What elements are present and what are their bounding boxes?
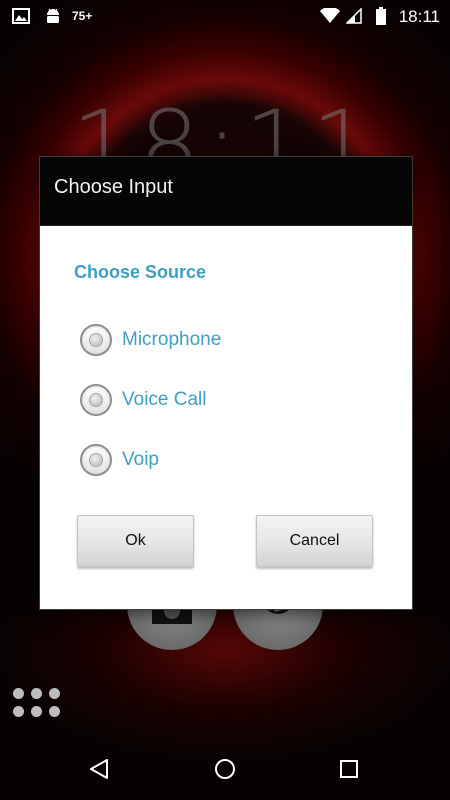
option-label: Voice Call xyxy=(122,389,207,410)
dialog-header: Choose Input xyxy=(40,157,412,226)
android-icon xyxy=(44,0,62,32)
back-button[interactable] xyxy=(82,752,116,786)
image-icon xyxy=(12,0,30,32)
recents-icon xyxy=(340,760,358,778)
option-label: Voip xyxy=(122,449,159,470)
radio-button[interactable] xyxy=(80,384,112,416)
radio-dot-icon xyxy=(89,333,103,347)
wifi-icon xyxy=(320,0,340,32)
option-voip[interactable]: Voip xyxy=(80,440,159,480)
navigation-bar xyxy=(0,738,450,800)
section-title: Choose Source xyxy=(74,262,207,282)
back-icon xyxy=(90,759,108,779)
signal-icon xyxy=(346,0,362,32)
radio-dot-icon xyxy=(89,453,103,467)
battery-icon xyxy=(376,0,386,32)
choose-input-dialog: Choose Input Choose Source Microphone Vo… xyxy=(39,156,413,610)
status-bar: 75+ 18:11 xyxy=(0,0,450,32)
cancel-button[interactable]: Cancel xyxy=(256,515,373,567)
notification-count: 75+ xyxy=(72,9,93,23)
radio-dot-icon xyxy=(89,393,103,407)
status-time: 18:11 xyxy=(398,7,440,26)
dialog-title: Choose Input xyxy=(54,176,173,198)
option-microphone[interactable]: Microphone xyxy=(80,320,221,360)
ok-button[interactable]: Ok xyxy=(77,515,194,567)
radio-button[interactable] xyxy=(80,324,112,356)
app-drawer-button[interactable] xyxy=(13,688,63,718)
option-voice-call[interactable]: Voice Call xyxy=(80,380,207,420)
home-button[interactable] xyxy=(208,752,242,786)
option-label: Microphone xyxy=(122,329,222,350)
home-icon xyxy=(215,759,235,779)
recents-button[interactable] xyxy=(332,752,366,786)
radio-button[interactable] xyxy=(80,444,112,476)
